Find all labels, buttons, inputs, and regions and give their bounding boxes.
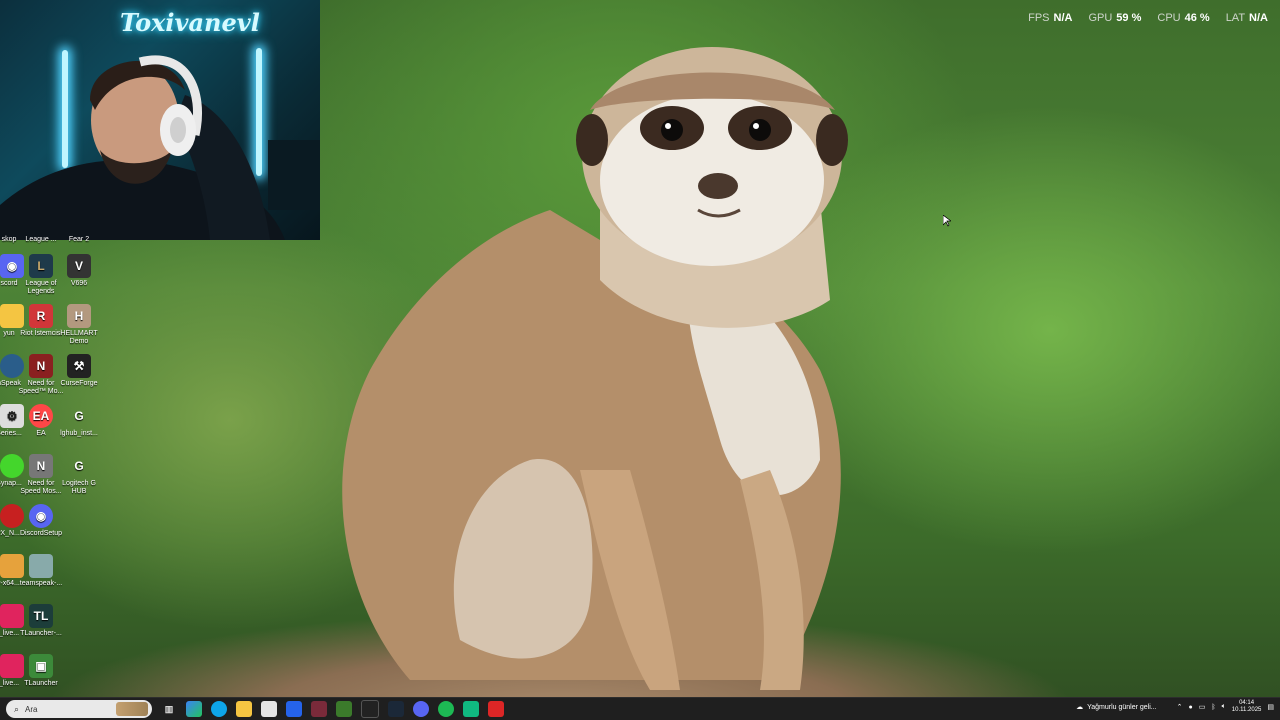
app-icon[interactable] <box>311 701 327 717</box>
desktop-icon-label: Logitech G HUB <box>62 480 96 495</box>
lat-stat: LAT N/A <box>1226 12 1268 24</box>
chevron-up-icon[interactable]: ⌃ <box>1177 703 1183 711</box>
desktop-icon-fear2[interactable]: Fear 2 <box>56 236 102 244</box>
desktop-icon-label: teamspeak-... <box>19 580 63 587</box>
desktop-icon-label: CurseForge <box>60 380 98 387</box>
weather-text: Yağmurlu günler geli... <box>1087 703 1157 711</box>
desktop-icon-label: Fear 2 <box>68 236 90 243</box>
app-icon[interactable] <box>463 701 479 717</box>
edge-icon[interactable] <box>211 701 227 717</box>
microsoft-store-icon[interactable] <box>261 701 277 717</box>
tlauncher-cube-icon: ▣ <box>29 654 53 678</box>
gpu-stat: GPU 59 % <box>1088 12 1141 24</box>
weather-icon: ☁ <box>1076 704 1084 711</box>
cpu-stat: CPU 46 % <box>1157 12 1209 24</box>
discord-icon: ◉ <box>29 504 53 528</box>
task-view-icon[interactable]: ▥ <box>161 701 177 717</box>
desktop-icon-tlauncher[interactable]: ▣ TLauncher <box>18 654 64 688</box>
search-icon: ⌕ <box>14 703 20 714</box>
desktop-icon-logitech-g-hub[interactable]: G Logitech G HUB <box>56 454 102 496</box>
desktop-icon-tlauncher-installer[interactable]: TL TLauncher-... <box>18 604 64 638</box>
logitech-g-icon: G <box>74 459 84 473</box>
desktop-icon-label: TLauncher <box>24 680 58 687</box>
search-placeholder: Ara <box>25 704 38 714</box>
taskbar: ⌕ Ara ▥ ☁ Yağmurlu günler geli... ⌃ ● ▭ … <box>0 697 1280 720</box>
lat-value: N/A <box>1249 12 1268 24</box>
need-for-speed-icon: N <box>29 354 53 378</box>
fps-label: FPS <box>1028 12 1050 24</box>
gpu-value: 59 % <box>1116 12 1142 24</box>
need-for-speed-icon: N <box>29 454 53 478</box>
volume-icon[interactable]: 🔈︎ <box>1222 703 1226 711</box>
clock-date: 10.11.2025 <box>1231 707 1262 713</box>
system-tray: ☁ Yağmurlu günler geli... ⌃ ● ▭ ᛒ 🔈︎ 04:… <box>1076 700 1274 714</box>
webcam-overlay: Toxivanevl <box>0 0 320 240</box>
desktop-icon-hellmart[interactable]: H HELLMART Demo <box>56 304 102 346</box>
streamer-figure <box>0 55 320 240</box>
file-explorer-icon[interactable] <box>236 701 252 717</box>
steam-icon[interactable] <box>388 701 404 717</box>
gpu-label: GPU <box>1088 12 1113 24</box>
performance-overlay: FPS N/A GPU 59 % CPU 46 % LAT N/A <box>1028 12 1268 24</box>
network-icon[interactable]: ▭ <box>1199 703 1206 711</box>
fps-stat: FPS N/A <box>1028 12 1072 24</box>
bluetooth-icon[interactable]: ᛒ <box>1211 704 1215 711</box>
desktop-icon-label: DiscordSetup <box>19 530 63 537</box>
wallpaper-meerkat <box>342 47 848 690</box>
epic-games-icon[interactable] <box>361 700 379 718</box>
league-of-legends-icon: L <box>29 254 53 278</box>
cpu-value: 46 % <box>1184 12 1210 24</box>
outlook-icon[interactable] <box>286 701 302 717</box>
lat-label: LAT <box>1225 12 1246 24</box>
desktop-icon-label: lghub_inst... <box>60 430 98 437</box>
logitech-g-icon: G <box>74 409 84 423</box>
curseforge-icon: ⚒ <box>67 354 91 378</box>
search-highlight-thumbnail <box>116 702 148 716</box>
app-icon[interactable] <box>488 701 504 717</box>
desktop-icon-curseforge[interactable]: ⚒ CurseForge <box>56 354 102 388</box>
mouse-cursor-icon <box>943 215 951 227</box>
fps-value: N/A <box>1053 12 1073 24</box>
copilot-icon[interactable] <box>186 701 202 717</box>
ea-icon: EA <box>29 404 53 428</box>
desktop-icon-v696[interactable]: V V696 <box>56 254 102 288</box>
discord-icon[interactable] <box>413 701 429 717</box>
riot-client-icon: R <box>29 304 53 328</box>
installer-icon <box>29 554 53 578</box>
notifications-icon[interactable]: ▤ <box>1267 703 1274 711</box>
spotify-icon[interactable] <box>438 701 454 717</box>
desktop-icon-discord-setup[interactable]: ◉ DiscordSetup <box>18 504 64 538</box>
clock[interactable]: 04:14 10.11.2025 <box>1232 700 1262 714</box>
desktop-icon-label: TLauncher-... <box>20 630 62 637</box>
clock-time: 04:14 <box>1239 700 1255 706</box>
desktop-icon-label: HELLMART Demo <box>60 330 98 345</box>
microphone-icon[interactable]: ● <box>1189 704 1193 711</box>
desktop-icon-label: V696 <box>70 280 88 287</box>
weather-widget[interactable]: ☁ Yağmurlu günler geli... <box>1076 703 1157 712</box>
cpu-label: CPU <box>1157 12 1181 24</box>
desktop-icon-lghub-installer[interactable]: Glghub_inst... <box>56 404 102 438</box>
tlauncher-icon: TL <box>29 604 53 628</box>
taskbar-search[interactable]: ⌕ Ara <box>6 700 152 718</box>
desktop-icon-teamspeak-installer[interactable]: teamspeak-... <box>18 554 64 588</box>
hellmart-icon: H <box>67 304 91 328</box>
v696-icon: V <box>67 254 91 278</box>
minecraft-icon[interactable] <box>336 701 352 717</box>
